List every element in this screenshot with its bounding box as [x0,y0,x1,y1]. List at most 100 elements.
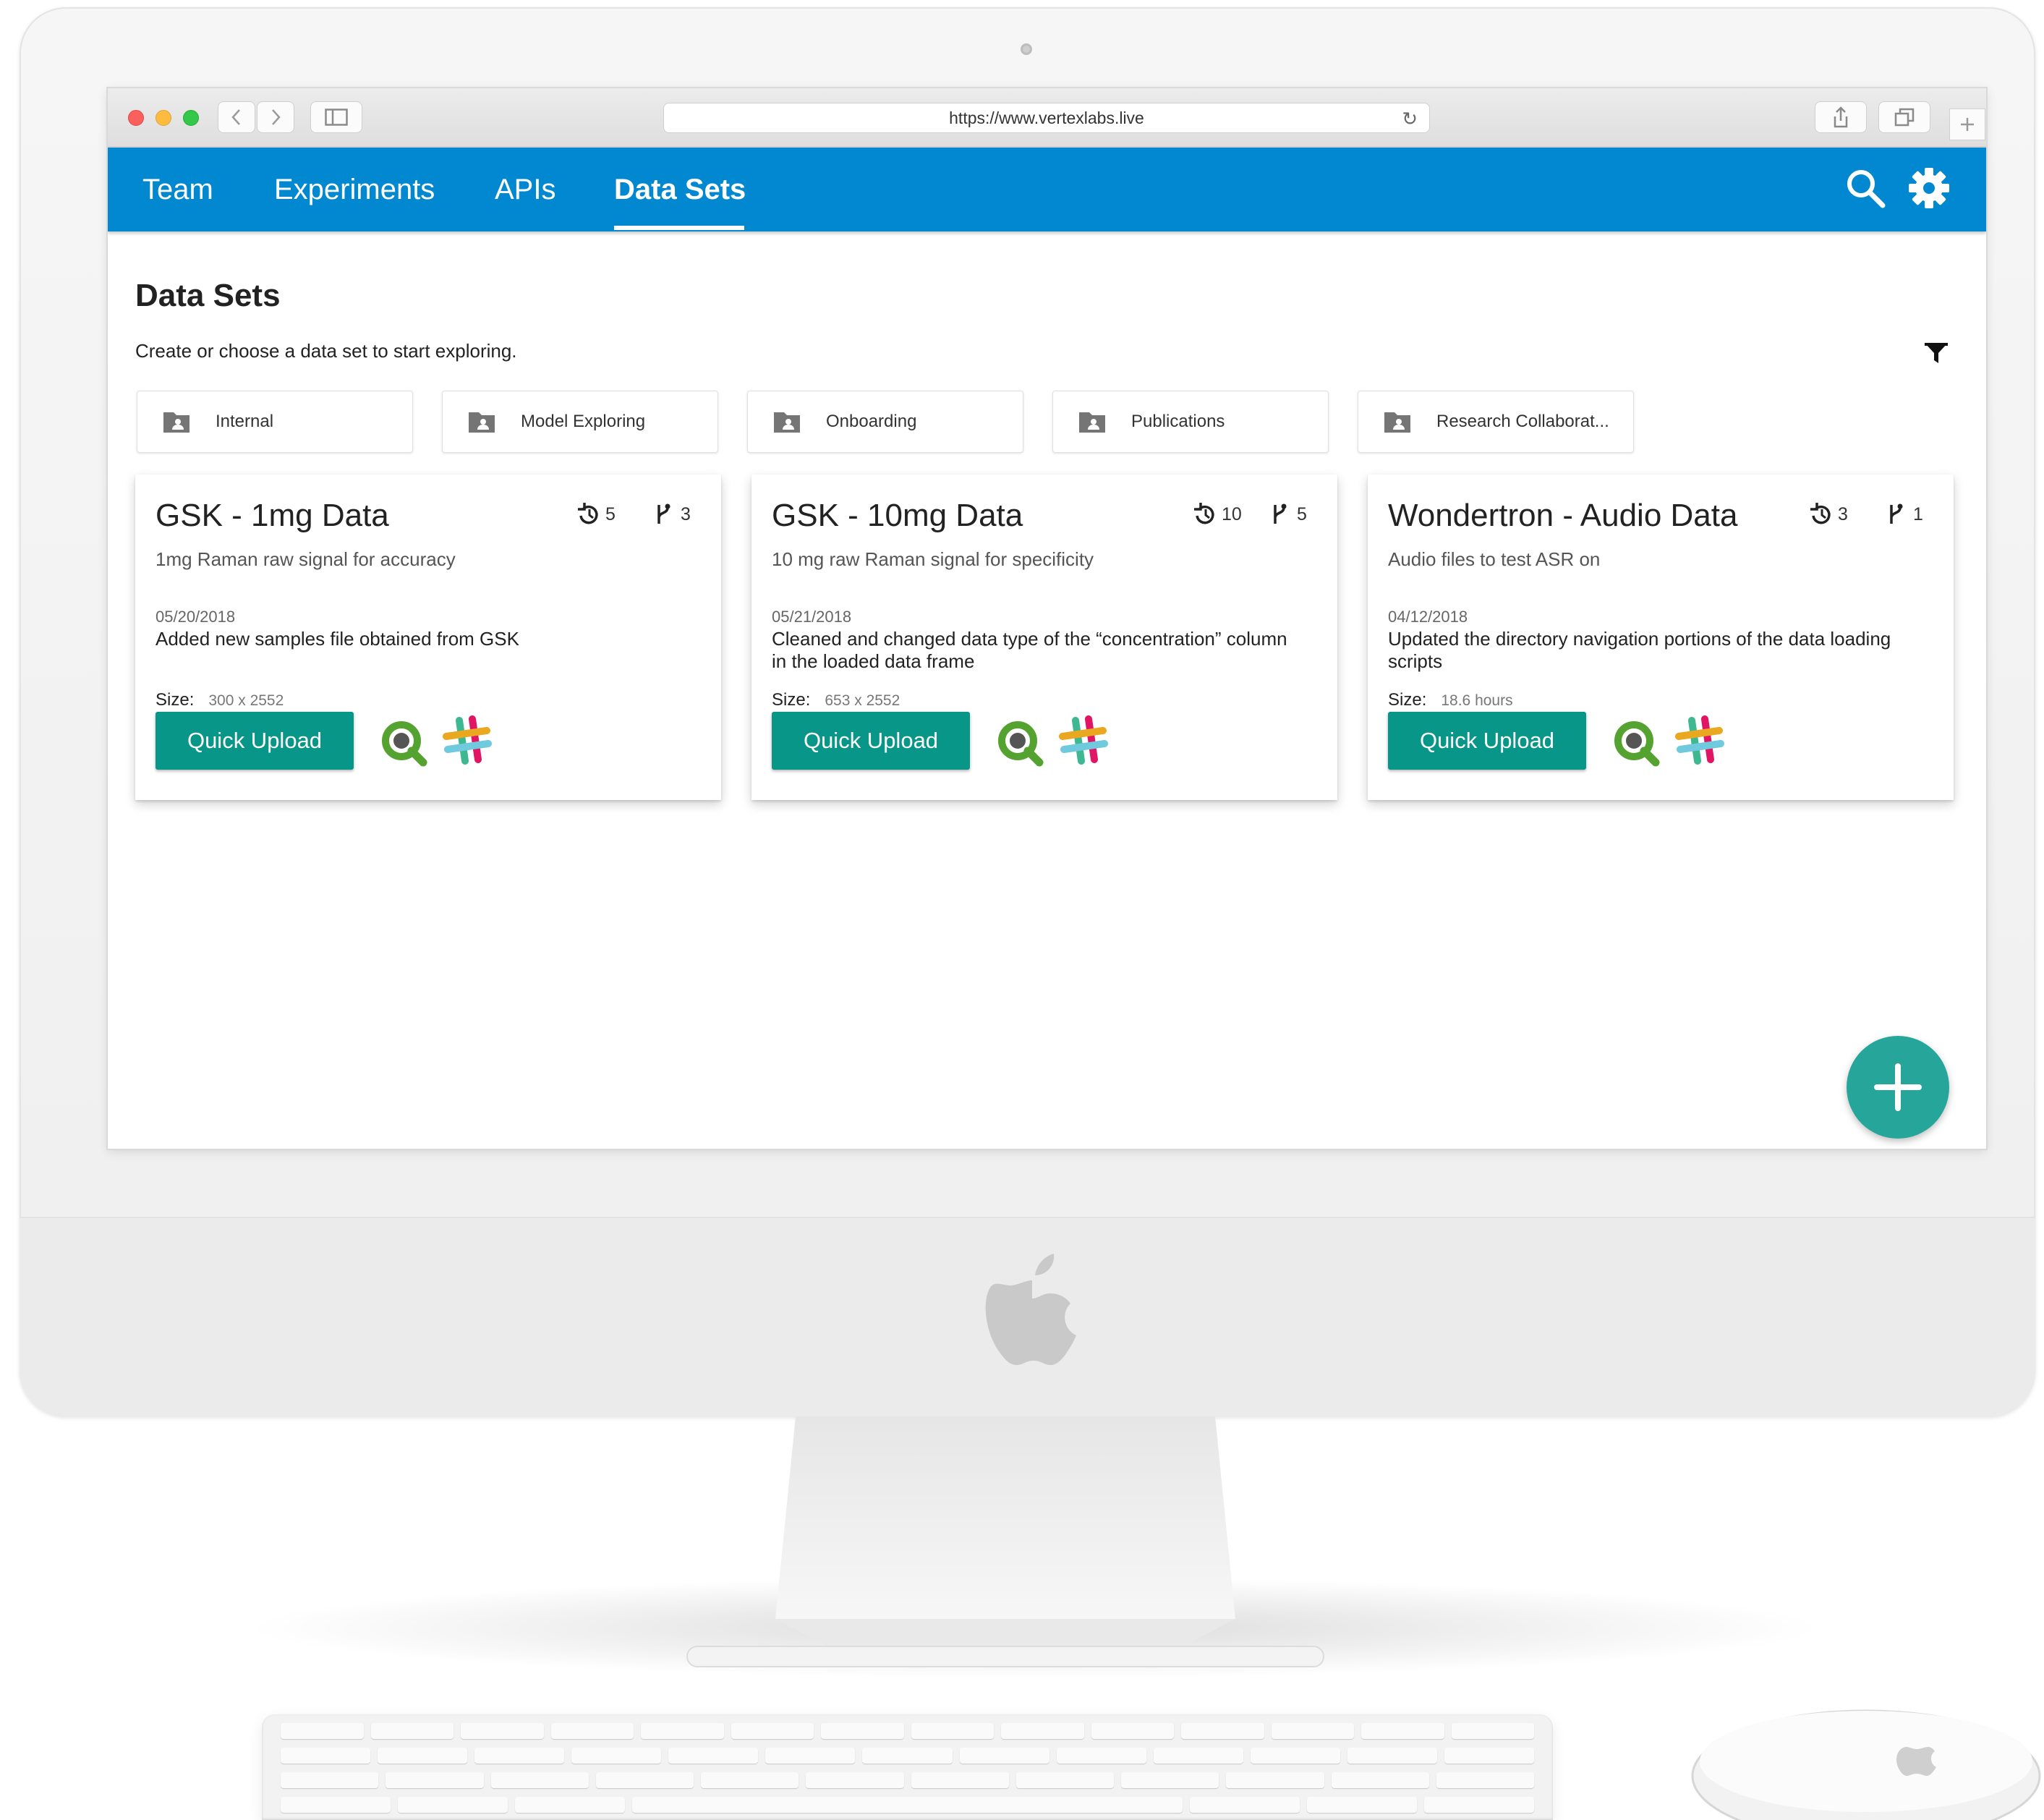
active-tab-indicator [614,226,744,230]
magic-mouse [1691,1709,2041,1820]
tab-team[interactable]: Team [142,148,213,231]
tabs-overview-button[interactable] [1878,101,1930,133]
folder-publications[interactable]: Publications [1052,391,1329,453]
size-value: 653 x 2552 [825,692,900,709]
shared-folder-icon [774,412,800,433]
card-commit-message: Added new samples file obtained from GSK [156,628,519,650]
card-description: 1mg Raman raw signal for accuracy [156,548,456,570]
quick-upload-button[interactable]: Quick Upload [772,712,970,770]
window-zoom-button[interactable] [183,110,199,126]
card-size: Size: 300 x 2552 [156,690,284,710]
card-commit-message: Updated the directory navigation portion… [1388,628,1891,672]
size-label: Size: [772,690,811,710]
history-count[interactable]: 5 [576,502,616,527]
window-minimize-button[interactable] [156,110,171,126]
branch-icon [657,503,670,524]
folder-research-collaborations[interactable]: Research Collaborat... [1358,391,1634,453]
card-size: Size: 653 x 2552 [772,690,900,710]
chevron-left-icon [231,109,240,125]
history-count-value: 3 [1838,503,1848,524]
folder-model-exploring[interactable]: Model Exploring [442,391,718,453]
share-icon [1834,106,1848,128]
history-count-value: 10 [1222,503,1242,524]
shared-folder-icon [163,412,190,433]
branch-count-value: 3 [681,503,691,524]
card-title: GSK - 10mg Data [772,498,1023,533]
filter-icon[interactable] [1923,340,1949,366]
size-value: 18.6 hours [1441,692,1513,709]
card-date: 05/21/2018 [772,608,852,626]
qlik-logo-icon[interactable] [1611,718,1661,768]
card-title: GSK - 1mg Data [156,498,389,533]
keyboard [262,1714,1553,1820]
quick-upload-button[interactable]: Quick Upload [1388,712,1586,770]
key-row [262,1748,1553,1764]
card-commit-message: Cleaned and changed data type of the “co… [772,628,1287,672]
browser-toolbar: https://www.vertexlabs.live ↻ [108,88,1986,148]
forward-button[interactable] [257,101,294,133]
address-bar[interactable]: https://www.vertexlabs.live ↻ [663,103,1430,133]
card-description: 10 mg raw Raman signal for specificity [772,548,1094,570]
branch-count-value: 5 [1297,503,1307,524]
imac-stand [686,1416,1324,1667]
slack-logo-icon[interactable] [1058,715,1110,767]
history-count[interactable]: 10 [1193,502,1242,527]
branch-count-value: 1 [1913,503,1923,524]
tabs-icon [1894,108,1915,127]
slack-logo-icon[interactable] [1674,715,1726,767]
apple-logo-icon [985,1254,1076,1365]
imac-display: https://www.vertexlabs.live ↻ Team Exper… [20,7,2035,1416]
window-close-button[interactable] [128,110,144,126]
slack-logo-icon[interactable] [442,715,494,767]
settings-gear-icon[interactable] [1906,165,1952,211]
history-icon [1194,503,1214,524]
folder-label: Model Exploring [521,412,646,431]
history-count-value: 5 [605,503,616,524]
history-count[interactable]: 3 [1809,502,1848,527]
back-button[interactable] [218,101,255,133]
browser-window: https://www.vertexlabs.live ↻ Team Exper… [108,88,1986,1149]
key-row [262,1772,1553,1788]
search-icon[interactable] [1842,165,1888,211]
app-header: Team Experiments APIs Data Sets [108,148,1986,231]
page-subtitle: Create or choose a data set to start exp… [135,340,517,362]
reload-icon[interactable]: ↻ [1402,108,1418,130]
chevron-right-icon [272,109,281,125]
folder-internal[interactable]: Internal [137,391,413,453]
shared-folder-icon [469,412,495,433]
card-date: 05/20/2018 [156,608,236,626]
new-tab-button[interactable] [1949,109,1985,140]
branch-count[interactable]: 3 [652,502,691,527]
qlik-logo-icon[interactable] [378,718,429,768]
size-label: Size: [156,690,195,710]
folder-label: Onboarding [826,412,917,431]
add-data-set-fab[interactable] [1847,1036,1949,1139]
dataset-card-gsk-1mg[interactable]: GSK - 1mg Data 5 3 1mg Raman raw signal … [135,475,721,800]
size-label: Size: [1388,690,1427,710]
branch-count[interactable]: 5 [1268,502,1307,527]
folder-label: Internal [216,412,274,431]
qlik-logo-icon[interactable] [995,718,1045,768]
folder-label: Publications [1131,412,1225,431]
shared-folder-icon [1384,412,1410,433]
dataset-card-wondertron-audio[interactable]: Wondertron - Audio Data 3 1 Audio files … [1368,475,1954,800]
card-title: Wondertron - Audio Data [1388,498,1738,533]
history-icon [578,503,598,524]
key-row [262,1723,1553,1739]
branch-count[interactable]: 1 [1884,502,1923,527]
shared-folder-icon [1079,412,1105,433]
tab-experiments[interactable]: Experiments [274,148,435,231]
tab-apis[interactable]: APIs [495,148,555,231]
size-value: 300 x 2552 [208,692,284,709]
sidebar-toggle-button[interactable] [310,101,362,133]
share-button[interactable] [1815,101,1867,133]
dataset-card-gsk-10mg[interactable]: GSK - 10mg Data 10 5 10 mg raw Raman sig… [751,475,1337,800]
quick-upload-button[interactable]: Quick Upload [156,712,354,770]
folder-label: Research Collaborat... [1436,412,1609,431]
card-size: Size: 18.6 hours [1388,690,1513,710]
tab-data-sets[interactable]: Data Sets [614,148,746,231]
card-description: Audio files to test ASR on [1388,548,1601,570]
camera-dot [1021,43,1032,55]
folder-onboarding[interactable]: Onboarding [747,391,1023,453]
plus-icon [1961,118,1974,131]
